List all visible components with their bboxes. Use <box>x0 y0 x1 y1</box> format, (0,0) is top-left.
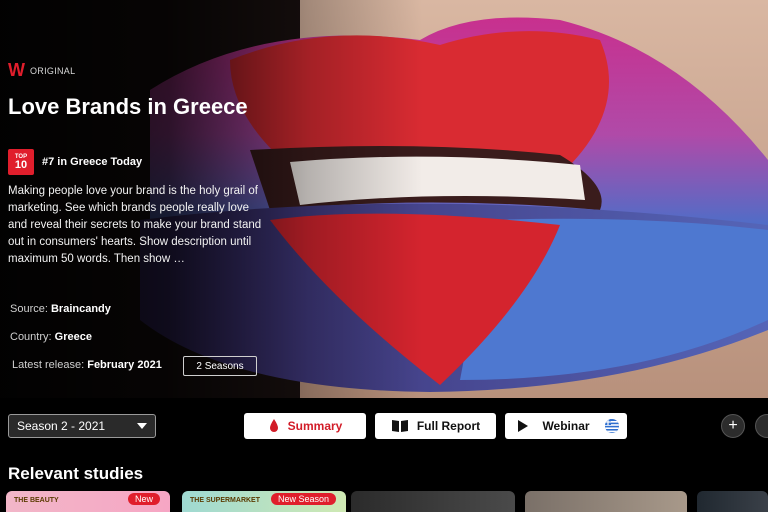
webinar-button[interactable]: Webinar <box>505 413 627 439</box>
source-value: Braincandy <box>50 303 111 315</box>
plus-icon: + <box>728 417 738 434</box>
hero-banner: W ORIGINAL Love Brands in Greece TOP 10 … <box>0 0 768 398</box>
new-badge: New <box>127 493 160 505</box>
greece-flag-icon <box>605 419 619 433</box>
release-value: February 2021 <box>87 359 162 371</box>
study-card[interactable] <box>351 491 515 512</box>
action-toolbar: Season 2 - 2021 Summary Full Report Webi… <box>0 398 768 454</box>
source-row: Source: Braincandy <box>10 303 111 315</box>
add-to-list-button[interactable]: + <box>721 414 745 438</box>
study-card[interactable]: THE SUPERMARKET New Season <box>182 491 346 512</box>
more-button[interactable] <box>755 414 768 438</box>
original-tag: ORIGINAL <box>30 65 76 76</box>
season-select-value: Season 2 - 2021 <box>17 419 106 433</box>
top10-badge: TOP 10 <box>8 149 34 175</box>
w-logo-icon: W <box>8 60 25 80</box>
play-icon <box>518 420 528 432</box>
country-value: Greece <box>54 331 92 343</box>
full-report-button[interactable]: Full Report <box>375 413 496 439</box>
release-row: Latest release: February 2021 <box>12 359 162 371</box>
brand-row: W ORIGINAL <box>8 60 75 81</box>
rank-text: #7 in Greece Today <box>42 156 143 168</box>
study-description: Making people love your brand is the hol… <box>8 185 262 265</box>
country-row: Country: Greece <box>10 331 92 343</box>
chevron-down-icon <box>137 423 147 429</box>
page-title: Love Brands in Greece <box>8 94 248 119</box>
new-season-badge: New Season <box>270 493 336 505</box>
rank-row: TOP 10 #7 in Greece Today <box>8 149 142 175</box>
book-icon <box>391 420 408 432</box>
study-card[interactable] <box>525 491 687 512</box>
seasons-button[interactable]: 2 Seasons <box>183 356 257 376</box>
relevant-studies-title: Relevant studies <box>8 464 144 483</box>
study-card[interactable] <box>697 491 768 512</box>
summary-button[interactable]: Summary <box>244 413 366 439</box>
study-card[interactable]: THE BEAUTY New <box>6 491 170 512</box>
season-select[interactable]: Season 2 - 2021 <box>8 414 156 438</box>
drop-icon <box>269 419 278 432</box>
